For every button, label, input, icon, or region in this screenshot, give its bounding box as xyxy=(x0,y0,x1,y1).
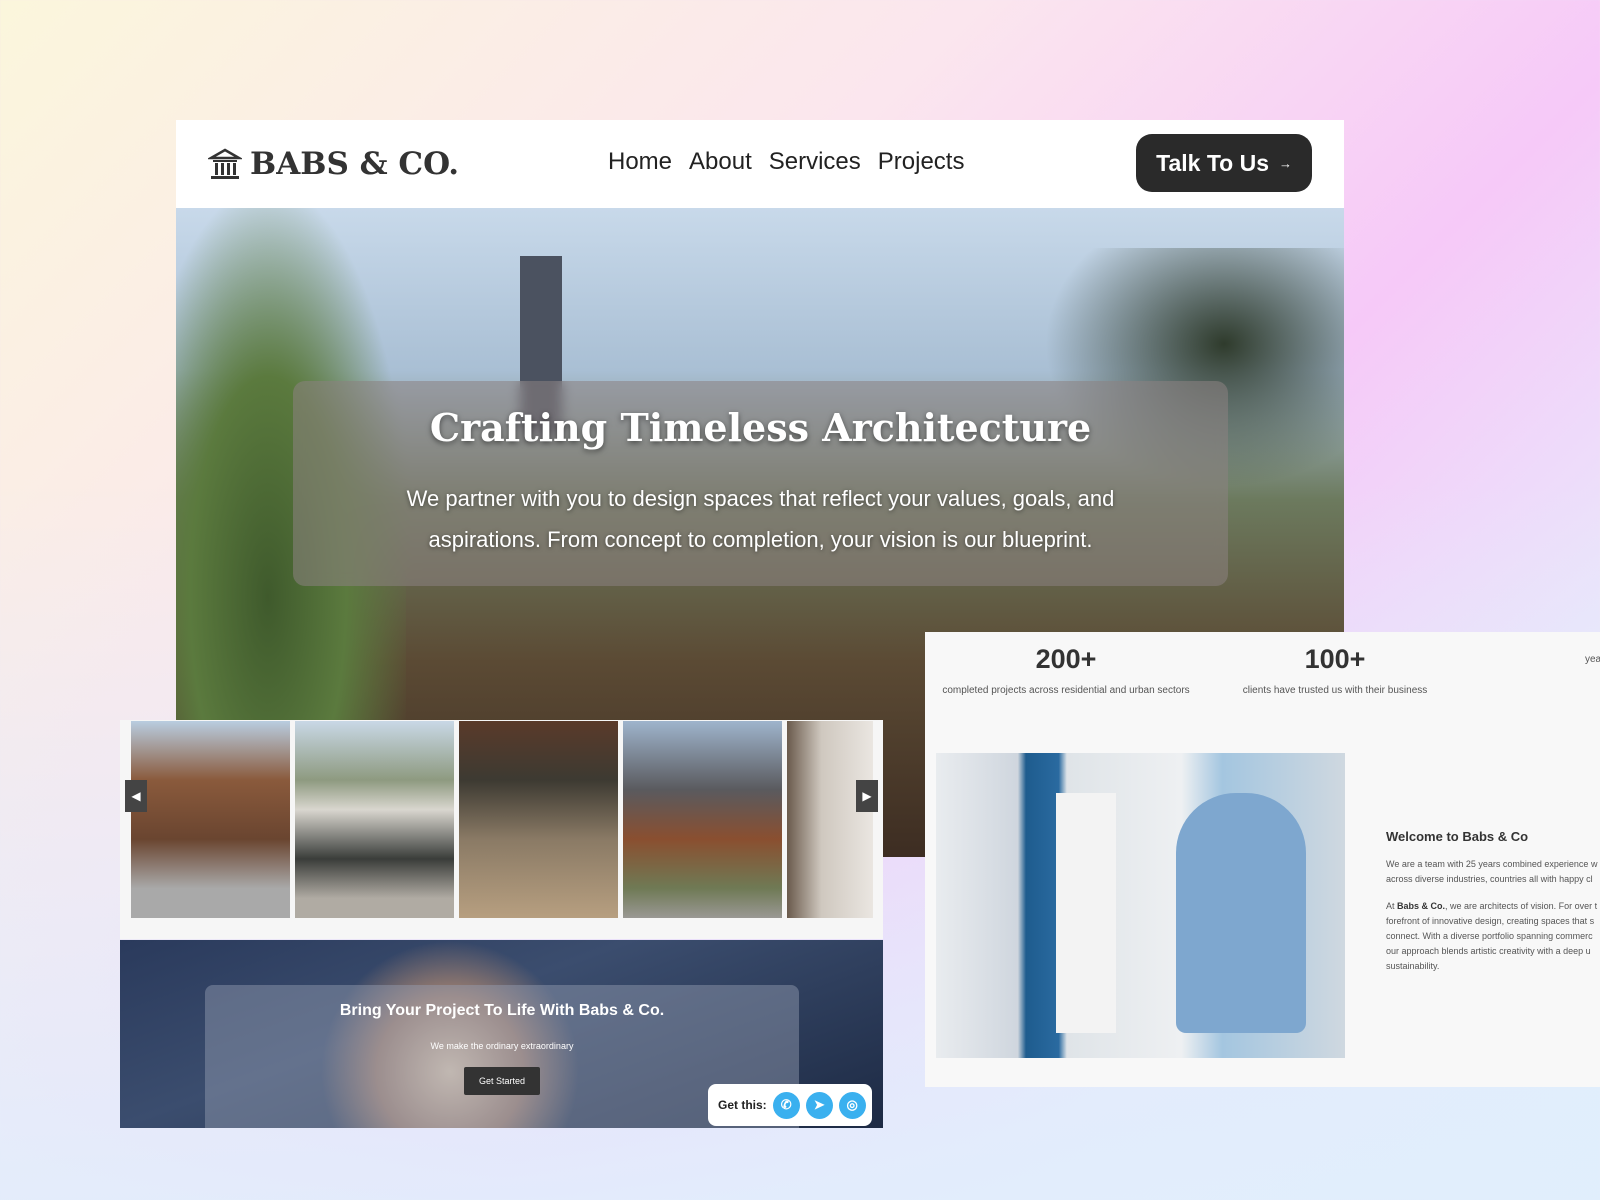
nav-menu: Home About Services Projects xyxy=(608,148,964,176)
gallery-image[interactable] xyxy=(131,721,290,918)
get-started-button[interactable]: Get Started xyxy=(463,1067,541,1095)
cta-subtitle: We make the ordinary extraordinary xyxy=(430,1041,574,1051)
line: connect. With a diverse portfolio spanni… xyxy=(1386,931,1593,941)
bold-brand: Babs & Co. xyxy=(1397,901,1446,911)
hero-title: Crafting Timeless Architecture xyxy=(429,405,1092,450)
about-paragraph-2: At Babs & Co., we are architects of visi… xyxy=(1386,899,1600,974)
line: across diverse industries, countries all… xyxy=(1386,874,1593,884)
gallery-image[interactable] xyxy=(787,721,873,918)
about-paragraph-1: We are a team with 25 years combined exp… xyxy=(1386,857,1600,887)
line: sustainability. xyxy=(1386,961,1440,971)
gallery-next-button[interactable]: ▶ xyxy=(856,780,878,812)
about-text: Welcome to Babs & Co We are a team with … xyxy=(1386,829,1600,986)
stat-projects: 200+ completed projects across residentia… xyxy=(933,644,1199,696)
stat-clients: 100+ clients have trusted us with their b… xyxy=(1225,644,1445,696)
gallery-image[interactable] xyxy=(459,721,618,918)
stat-years: yea xyxy=(1585,644,1600,665)
building-model xyxy=(1056,793,1116,1033)
nav-about[interactable]: About xyxy=(689,148,752,176)
line: At xyxy=(1386,901,1398,911)
share-label: Get this: xyxy=(718,1098,767,1112)
about-title: Welcome to Babs & Co xyxy=(1386,829,1529,844)
cta-title: Bring Your Project To Life With Babs & C… xyxy=(339,1002,665,1019)
line: We are a team with 25 years combined exp… xyxy=(1386,859,1598,869)
whatsapp-icon[interactable]: ✆ xyxy=(772,1091,800,1119)
gallery-prev-button[interactable]: ◀ xyxy=(125,780,147,812)
gallery-image[interactable] xyxy=(623,721,782,918)
talk-to-us-label: Talk To Us xyxy=(1156,149,1269,176)
nav-services[interactable]: Services xyxy=(769,148,861,176)
line: , we are architects of vision. For over … xyxy=(1445,901,1598,911)
bank-building-icon xyxy=(208,148,242,179)
architect-model-photo xyxy=(936,753,1345,1058)
architect xyxy=(1176,793,1306,1033)
stat-value: 200+ xyxy=(1035,644,1097,674)
instagram-icon[interactable]: ◎ xyxy=(838,1091,866,1119)
hero-subtitle: We partner with you to design spaces tha… xyxy=(406,486,1115,552)
nav-home[interactable]: Home xyxy=(608,148,672,176)
hero-text-box: Crafting Timeless Architecture We partne… xyxy=(293,381,1228,586)
stat-label: completed projects across residential an… xyxy=(942,685,1190,696)
navbar: BABS & CO. Home About Services Projects … xyxy=(176,120,1344,208)
stats-about-section: 200+ completed projects across residentia… xyxy=(925,632,1600,1087)
stat-value: 100+ xyxy=(1304,644,1366,674)
gallery-image[interactable] xyxy=(295,721,454,918)
stat-label: clients have trusted us with their busin… xyxy=(1242,685,1428,696)
nav-projects[interactable]: Projects xyxy=(878,148,965,176)
line: forefront of innovative design, creating… xyxy=(1386,916,1595,926)
telegram-icon[interactable]: ➤ xyxy=(805,1091,833,1119)
line: our approach blends artistic creativity … xyxy=(1386,946,1591,956)
project-gallery: ◀ ▶ xyxy=(120,720,883,939)
arrow-right-icon: → xyxy=(1279,155,1292,171)
talk-to-us-button[interactable]: Talk To Us → xyxy=(1136,134,1312,192)
share-widget: Get this: ✆ ➤ ◎ xyxy=(708,1084,872,1126)
logo[interactable]: BABS & CO. xyxy=(208,146,459,182)
brand-name: BABS & CO. xyxy=(250,146,460,182)
stat-label: yea xyxy=(1585,654,1600,665)
